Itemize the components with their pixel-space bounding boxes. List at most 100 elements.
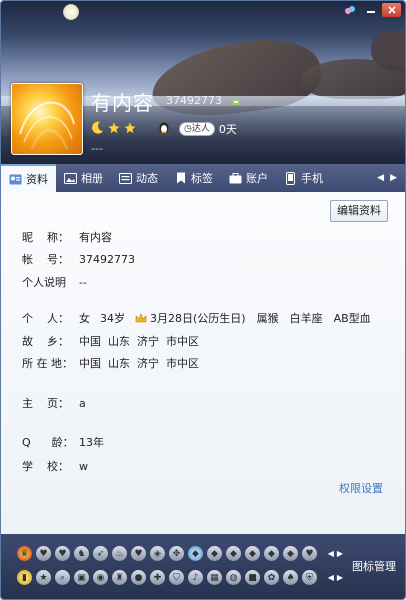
- tag-icon: [174, 172, 187, 184]
- age-value: 34岁: [100, 312, 125, 325]
- field-label: 帐 号：: [22, 253, 69, 266]
- camera-icon[interactable]: ◉: [93, 570, 108, 585]
- profile-details: 编辑资料 昵 称： 有内容 帐 号： 37492773 个人说明 -- 个 人：…: [1, 192, 405, 534]
- zodiac-value: 属猴: [256, 312, 279, 325]
- diamond-icon[interactable]: ◆: [188, 546, 203, 561]
- prev-icon[interactable]: ◀: [328, 549, 334, 558]
- badge-label: 达人: [191, 124, 210, 134]
- wallet-icon: [229, 172, 242, 184]
- star-icon[interactable]: ★: [36, 570, 51, 585]
- level-icons: [91, 121, 170, 134]
- field-value: 中国 山东 济宁 市中区: [79, 357, 199, 370]
- field-value: w: [79, 459, 88, 473]
- pet-icon[interactable]: ♠: [283, 570, 298, 585]
- diamond-icon[interactable]: ◆: [283, 546, 298, 561]
- heart-icon[interactable]: ♥: [36, 546, 51, 561]
- field-school: 学 校： w: [22, 458, 88, 474]
- tab-feed[interactable]: 动态: [111, 164, 166, 192]
- penguin-icon[interactable]: [158, 121, 170, 134]
- rocket-icon[interactable]: ➶: [93, 546, 108, 561]
- star-sign-value: 白羊座: [289, 312, 323, 325]
- field-value[interactable]: a: [79, 395, 86, 411]
- icon-row-nav: ◀ ▶: [328, 549, 343, 558]
- field-personal: 个 人： 女 34岁 3月28日(公历生日) 属猴 白羊座 AB型血: [22, 310, 371, 326]
- search-icon[interactable]: ⌕: [55, 570, 70, 585]
- icon-manager-button[interactable]: 图标管理: [352, 558, 396, 574]
- field-value: --: [79, 275, 87, 289]
- field-label: 个 人：: [22, 312, 69, 325]
- icon-row-nav: ◀ ▶: [328, 573, 343, 582]
- close-icon[interactable]: [382, 3, 401, 17]
- car-icon[interactable]: ◈: [150, 546, 165, 561]
- nickname-title: 有内容: [91, 91, 154, 115]
- icon-row: ▮ ★ ⌕ ▣ ◉ ♜ ● ✚ ⛉ ♪ ▦ ◍ ■ ✿ ♠ ⛨: [17, 570, 317, 585]
- qzone-icon[interactable]: ✿: [264, 570, 279, 585]
- tab-tags[interactable]: 标签: [166, 164, 221, 192]
- album-icon: [64, 172, 77, 184]
- field-description: 个人说明 --: [22, 274, 87, 290]
- permission-settings-link[interactable]: 权限设置: [339, 480, 383, 496]
- diamond-icon[interactable]: ◆: [245, 546, 260, 561]
- edit-profile-button[interactable]: 编辑资料: [330, 200, 388, 222]
- field-label: 昵 称：: [22, 231, 69, 244]
- level-icon: [231, 97, 241, 107]
- active-days: ◷达人 0天: [179, 121, 237, 137]
- heart-icon[interactable]: ♥: [131, 546, 146, 561]
- heart-icon[interactable]: ♥: [302, 546, 317, 561]
- tab-label: 标签: [191, 172, 213, 185]
- vip-crown-icon[interactable]: ♛: [17, 546, 32, 561]
- next-icon[interactable]: ▶: [337, 573, 343, 582]
- minimize-icon[interactable]: [361, 3, 380, 17]
- profile-window: 有内容 37492773 ◷达人 0天 --- 资料 相册 动态 标签 账户 手…: [0, 0, 406, 600]
- signature[interactable]: ---: [91, 142, 103, 155]
- game-icon[interactable]: ✚: [150, 570, 165, 585]
- skin-icon[interactable]: [340, 3, 359, 17]
- prev-icon[interactable]: ◀: [328, 573, 334, 582]
- heart-icon[interactable]: ♥: [55, 546, 70, 561]
- profile-header: 有内容 37492773 ◷达人 0天 ---: [1, 1, 405, 164]
- building-icon[interactable]: ♜: [112, 570, 127, 585]
- gender-value: 女: [79, 312, 90, 325]
- diamond-icon[interactable]: ◆: [226, 546, 241, 561]
- tab-label: 相册: [81, 172, 103, 185]
- tab-label: 手机: [301, 172, 323, 185]
- window-controls: [340, 3, 401, 17]
- moon-decoration: [63, 4, 79, 20]
- star-level-icon: [124, 122, 136, 133]
- field-value: 13年: [79, 436, 104, 449]
- avatar[interactable]: [11, 83, 83, 155]
- grid-icon[interactable]: ▦: [207, 570, 222, 585]
- tab-profile[interactable]: 资料: [1, 164, 56, 192]
- diamond-icon[interactable]: ◆: [264, 546, 279, 561]
- fountain-icon[interactable]: ♨: [112, 546, 127, 561]
- chat-icon[interactable]: ●: [131, 570, 146, 585]
- birthday-crown-icon: [135, 312, 147, 322]
- trophy-icon[interactable]: ♞: [74, 546, 89, 561]
- daren-badge[interactable]: ◷达人: [179, 122, 215, 136]
- pin-icon[interactable]: ◍: [226, 570, 241, 585]
- field-nickname: 昵 称： 有内容: [22, 229, 112, 245]
- folder-icon[interactable]: ■: [245, 570, 260, 585]
- tab-album[interactable]: 相册: [56, 164, 111, 192]
- tab-bar: 资料 相册 动态 标签 账户 手机 ◀ ▶: [1, 164, 405, 192]
- security-icon[interactable]: ⛨: [302, 570, 317, 585]
- shield-icon[interactable]: ⛉: [169, 570, 184, 585]
- tab-next-icon[interactable]: ▶: [390, 173, 397, 183]
- field-value: 有内容: [79, 231, 112, 244]
- moon-level-icon: [92, 121, 103, 134]
- music-icon[interactable]: ♪: [188, 570, 203, 585]
- qq-number: 37492773: [166, 94, 222, 107]
- blood-type-value: AB型血: [333, 312, 371, 325]
- tab-account[interactable]: 账户: [221, 164, 276, 192]
- medal-icon[interactable]: ▮: [17, 570, 32, 585]
- tab-phone[interactable]: 手机: [276, 164, 331, 192]
- diamond-icon[interactable]: ◆: [207, 546, 222, 561]
- tab-prev-icon[interactable]: ◀: [377, 173, 384, 183]
- app-icon[interactable]: ▣: [74, 570, 89, 585]
- field-q-age: Q 龄： 13年: [22, 434, 104, 450]
- tab-label: 动态: [136, 172, 158, 185]
- field-label: 主 页：: [22, 397, 69, 410]
- star-level-icon: [108, 122, 120, 133]
- puzzle-icon[interactable]: ✥: [169, 546, 184, 561]
- next-icon[interactable]: ▶: [337, 549, 343, 558]
